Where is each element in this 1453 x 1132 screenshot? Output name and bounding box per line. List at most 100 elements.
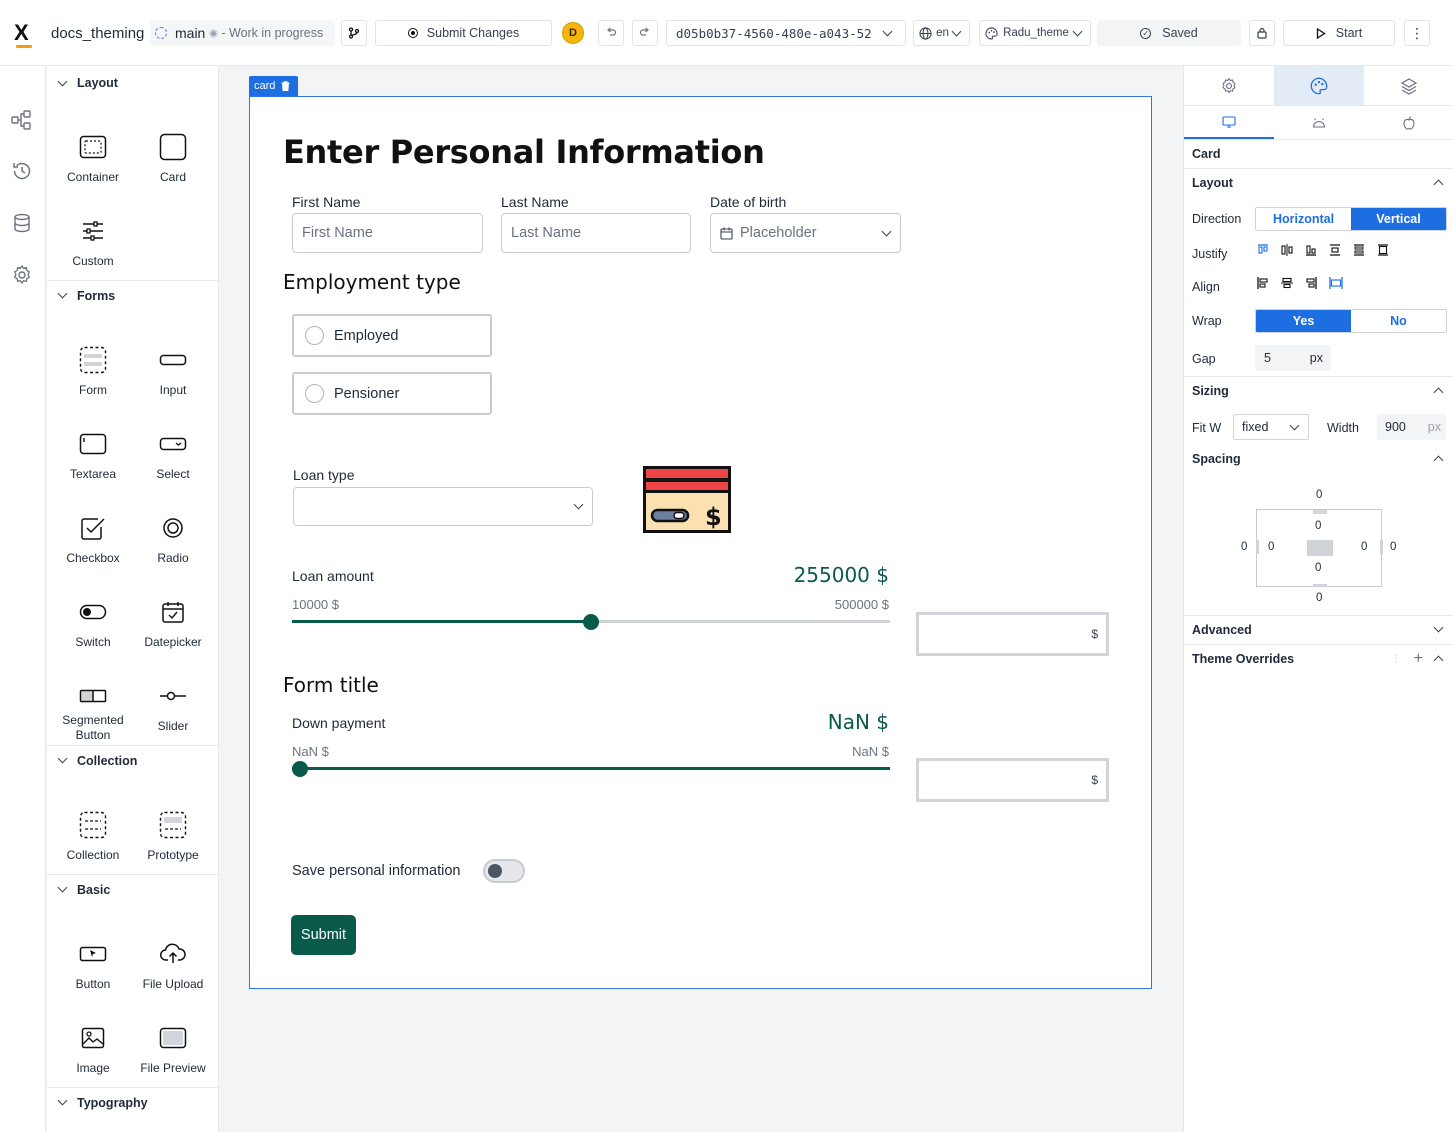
component-checkbox[interactable]: Checkbox <box>53 513 133 583</box>
section-forms[interactable]: Forms <box>47 280 218 310</box>
margin-top-value[interactable]: 0 <box>1316 489 1322 501</box>
component-collection[interactable]: Collection <box>53 810 133 880</box>
padding-right-value[interactable]: 0 <box>1361 541 1367 553</box>
form-card[interactable]: Enter Personal Information First Name Fi… <box>249 96 1152 989</box>
component-custom[interactable]: Custom <box>53 216 133 286</box>
justify-space-around-icon[interactable] <box>1353 244 1365 256</box>
section-basic[interactable]: Basic <box>47 874 218 904</box>
dob-datepicker[interactable]: Placeholder <box>710 213 901 253</box>
undo-button[interactable] <box>598 20 624 46</box>
component-file-preview[interactable]: File Preview <box>133 1023 213 1093</box>
align-start-icon[interactable] <box>1257 277 1269 289</box>
database-icon[interactable] <box>11 212 33 234</box>
width-input[interactable]: 900 px <box>1377 414 1446 440</box>
submit-changes-button[interactable]: Submit Changes <box>375 20 552 46</box>
down-payment-slider[interactable] <box>292 761 890 777</box>
branch-selector[interactable]: main - Work in progress <box>150 20 335 46</box>
more-menu-button[interactable]: ⋮ <box>1404 20 1430 46</box>
loan-type-select[interactable] <box>293 487 593 526</box>
redo-button[interactable] <box>632 20 658 46</box>
component-input[interactable]: Input <box>133 345 213 415</box>
padding-top-value[interactable]: 0 <box>1315 520 1321 532</box>
justify-center-icon[interactable] <box>1281 244 1293 256</box>
component-form[interactable]: Form <box>53 345 133 415</box>
fitw-select[interactable]: fixed <box>1233 414 1309 440</box>
component-slider[interactable]: Slider <box>133 681 213 751</box>
section-typography[interactable]: Typography <box>47 1087 218 1117</box>
radio-pensioner[interactable]: Pensioner <box>292 372 492 415</box>
lock-button[interactable] <box>1249 20 1275 46</box>
align-center-icon[interactable] <box>1281 277 1293 289</box>
section-collection[interactable]: Collection <box>47 745 218 775</box>
section-layout[interactable]: Layout <box>47 68 218 98</box>
component-textarea[interactable]: Textarea <box>53 429 133 499</box>
user-avatar[interactable]: D <box>562 22 584 44</box>
slider-thumb[interactable] <box>583 614 599 630</box>
gap-input[interactable]: 5 px <box>1255 345 1331 371</box>
section-advanced[interactable]: Advanced <box>1184 615 1453 643</box>
section-layout-props[interactable]: Layout <box>1184 168 1453 196</box>
align-stretch-icon[interactable] <box>1329 277 1343 289</box>
settings-gear-icon[interactable] <box>11 264 33 286</box>
component-datepicker[interactable]: Datepicker <box>133 597 213 667</box>
component-prototype[interactable]: Prototype <box>133 810 213 880</box>
component-file-upload[interactable]: File Upload <box>133 939 213 1009</box>
history-icon[interactable] <box>11 160 33 182</box>
justify-end-icon[interactable] <box>1305 244 1317 256</box>
last-name-input[interactable]: Last Name <box>501 213 691 253</box>
component-card[interactable]: Card <box>133 132 213 202</box>
selected-element-tag[interactable]: card <box>249 76 299 96</box>
direction-vertical[interactable]: Vertical <box>1351 208 1446 230</box>
margin-bottom-handle[interactable] <box>1313 584 1327 587</box>
component-button[interactable]: Button <box>53 939 133 1009</box>
radio-employed[interactable]: Employed <box>292 314 492 357</box>
component-image[interactable]: Image <box>53 1023 133 1093</box>
component-switch[interactable]: Switch <box>53 597 133 667</box>
margin-left-handle[interactable] <box>1256 540 1259 554</box>
process-tree-icon[interactable] <box>11 109 33 131</box>
start-button[interactable]: Start <box>1283 20 1395 46</box>
padding-left-value[interactable]: 0 <box>1268 541 1274 553</box>
wrap-no[interactable]: No <box>1351 310 1446 332</box>
trash-icon[interactable] <box>281 81 290 91</box>
tab-styles[interactable] <box>1274 66 1364 105</box>
more-vertical-icon[interactable]: ⋮ <box>1391 652 1402 665</box>
tab-layers[interactable] <box>1364 66 1453 105</box>
language-select[interactable]: en <box>913 20 970 46</box>
tab-settings[interactable] <box>1184 66 1274 105</box>
loan-amount-input[interactable]: $ <box>916 612 1109 656</box>
save-info-switch[interactable] <box>483 859 525 883</box>
padding-bottom-value[interactable]: 0 <box>1315 562 1321 574</box>
branch-merge-button[interactable] <box>341 20 367 46</box>
component-radio[interactable]: Radio <box>133 513 213 583</box>
tab-ios[interactable] <box>1364 106 1453 139</box>
margin-left-value[interactable]: 0 <box>1241 541 1247 553</box>
submit-button[interactable]: Submit <box>291 915 356 955</box>
app-logo[interactable]: X <box>14 20 34 48</box>
section-theme-overrides[interactable]: Theme Overrides ⋮ + <box>1184 644 1453 672</box>
direction-segmented[interactable]: Horizontal Vertical <box>1255 207 1447 231</box>
down-payment-input[interactable]: $ <box>916 758 1109 802</box>
chevron-up-icon[interactable] <box>1433 655 1444 665</box>
slider-thumb[interactable] <box>292 761 308 777</box>
section-sizing[interactable]: Sizing <box>1184 376 1453 404</box>
theme-select[interactable]: Radu_theme <box>979 20 1091 46</box>
justify-start-icon[interactable] <box>1257 244 1269 256</box>
first-name-input[interactable]: First Name <box>292 213 483 253</box>
component-container[interactable]: Container <box>53 132 133 202</box>
app-title[interactable]: docs_theming <box>51 20 144 46</box>
direction-horizontal[interactable]: Horizontal <box>1256 208 1351 230</box>
justify-space-between-icon[interactable] <box>1329 244 1341 256</box>
section-spacing[interactable]: Spacing <box>1184 445 1453 473</box>
margin-right-value[interactable]: 0 <box>1390 541 1396 553</box>
margin-bottom-value[interactable]: 0 <box>1316 592 1322 604</box>
version-select[interactable]: d05b0b37-4560-480e-a043-52 <box>666 20 906 46</box>
wrap-segmented[interactable]: Yes No <box>1255 309 1447 333</box>
tab-desktop[interactable] <box>1184 106 1274 139</box>
add-icon[interactable]: + <box>1414 650 1423 668</box>
component-select[interactable]: Select <box>133 429 213 499</box>
justify-stretch-icon[interactable] <box>1377 244 1389 256</box>
align-end-icon[interactable] <box>1305 277 1317 289</box>
wrap-yes[interactable]: Yes <box>1256 310 1351 332</box>
tab-android[interactable] <box>1274 106 1364 139</box>
